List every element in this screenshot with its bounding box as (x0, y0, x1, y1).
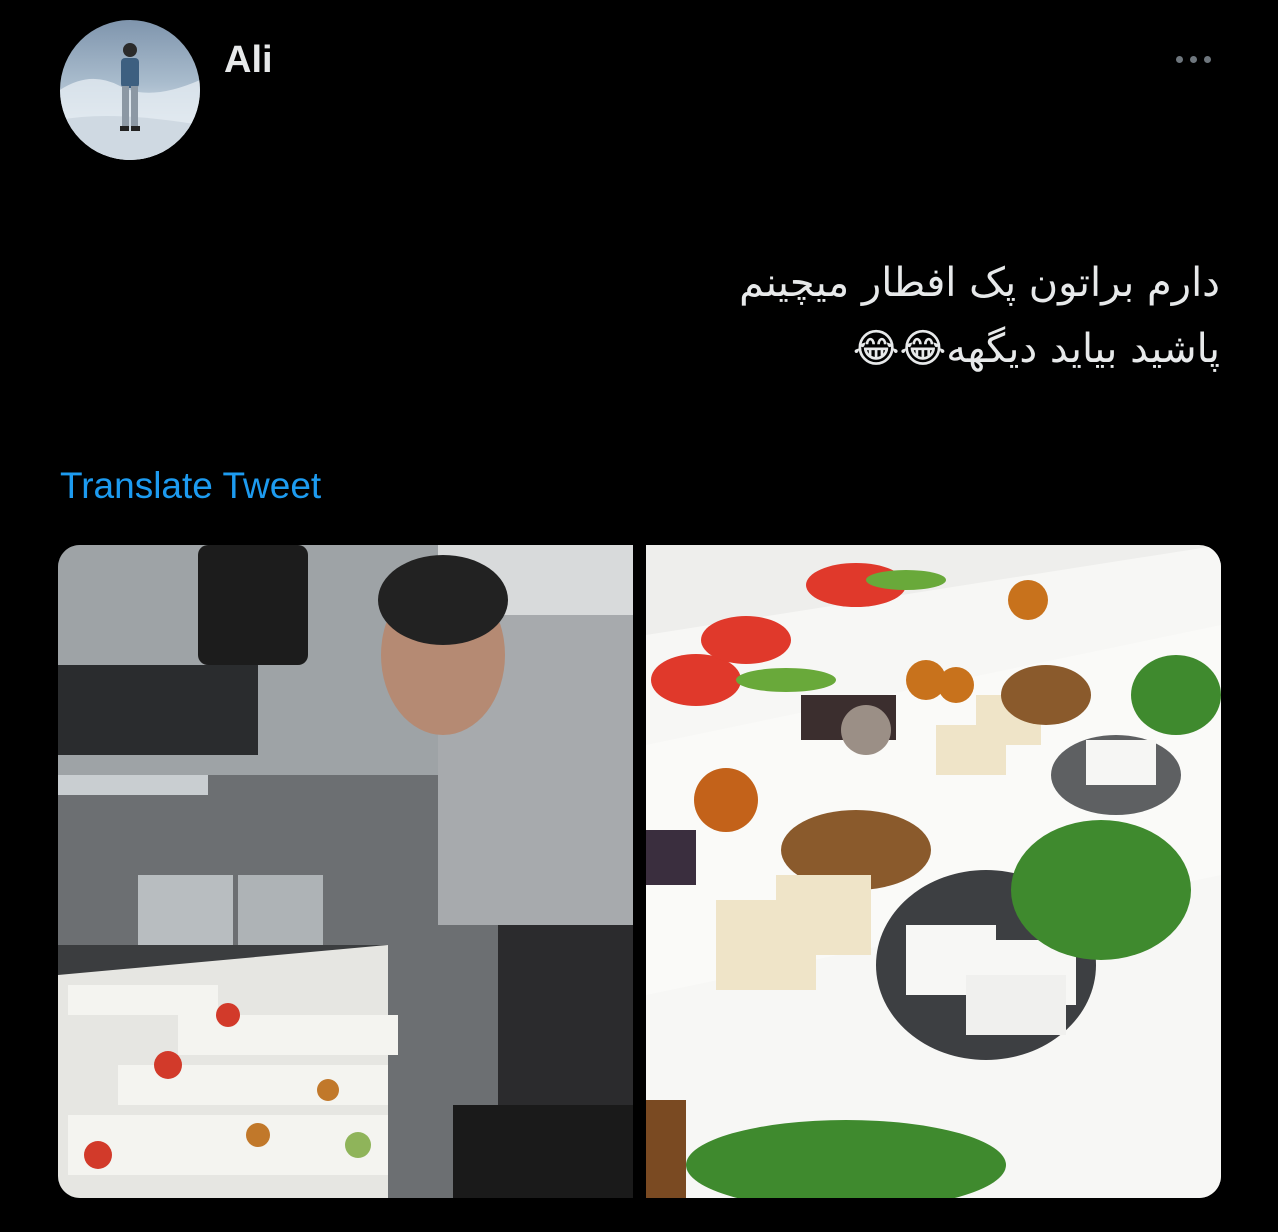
more-dot (1189, 55, 1197, 63)
author-name[interactable]: Ali (224, 36, 273, 84)
media-grid (58, 545, 1221, 1198)
tweet-text-line: پاشید بیاید دیگهه😂😂 (852, 326, 1220, 372)
more-dot (1203, 55, 1211, 63)
translate-tweet-link[interactable]: Translate Tweet (60, 463, 321, 509)
tweet-text: دارم براتون پک افطار میچینم پاشید بیاید … (320, 250, 1220, 382)
tweet-text-line: دارم براتون پک افطار میچینم (739, 260, 1220, 306)
media-photo-chef[interactable] (58, 545, 633, 1198)
media-photo-plates[interactable] (646, 545, 1221, 1198)
more-horizontal-icon[interactable] (1168, 44, 1218, 74)
avatar[interactable] (60, 20, 200, 160)
more-dot (1175, 55, 1183, 63)
